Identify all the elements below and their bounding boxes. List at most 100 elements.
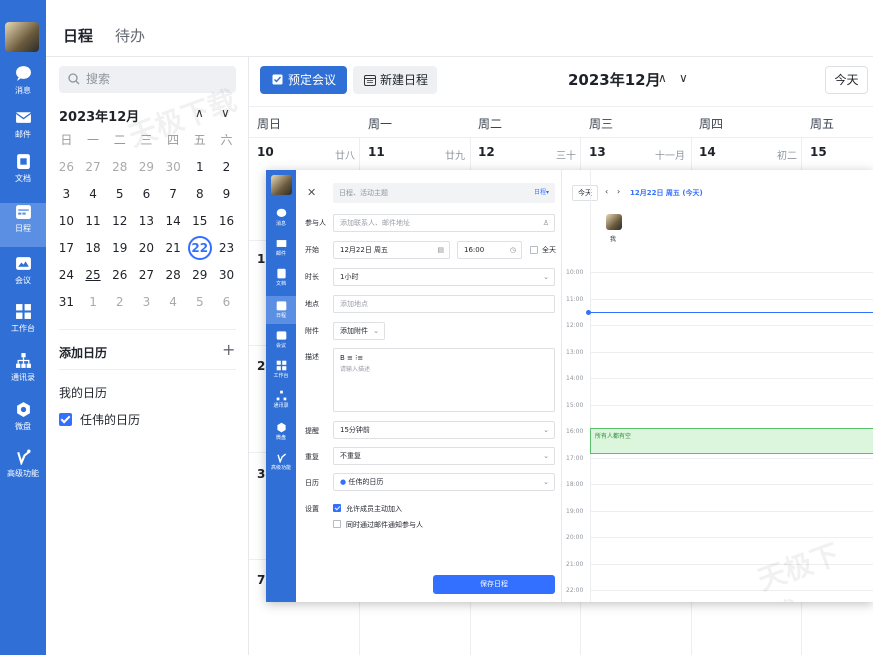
- mini-calendar-day[interactable]: 3: [53, 181, 80, 208]
- event-type-dropdown[interactable]: 日程▾: [534, 183, 549, 203]
- mini-calendar-day[interactable]: 7: [160, 181, 187, 208]
- mini-calendar-day[interactable]: 11: [80, 208, 107, 235]
- mini-calendar-day[interactable]: 1: [186, 154, 213, 181]
- mini-calendar-day[interactable]: 16: [213, 208, 240, 235]
- rail-item-advanced[interactable]: 高级功能: [0, 448, 46, 492]
- calendar-item[interactable]: 任伟的日历: [59, 411, 140, 428]
- date-number[interactable]: 13: [589, 145, 606, 159]
- next-week-button[interactable]: ∨: [679, 71, 688, 85]
- mini-calendar-day[interactable]: 5: [186, 289, 213, 316]
- mini-calendar-day[interactable]: 6: [213, 289, 240, 316]
- date-number[interactable]: 10: [257, 145, 274, 159]
- mini-calendar-day[interactable]: 28: [160, 262, 187, 289]
- mini-calendar-day[interactable]: 21: [160, 235, 187, 262]
- date-number[interactable]: 14: [699, 145, 716, 159]
- mini-calendar-day[interactable]: 30: [160, 154, 187, 181]
- date-number[interactable]: 11: [368, 145, 385, 159]
- mini-calendar-day[interactable]: 4: [160, 289, 187, 316]
- duration-select[interactable]: 1小时 ⌄: [333, 268, 555, 286]
- allow-join-checkbox[interactable]: [333, 504, 341, 512]
- window-rail-item[interactable]: 通讯录: [266, 390, 296, 409]
- mini-calendar-day[interactable]: 20: [133, 235, 160, 262]
- description-toolbar[interactable]: B ≡ ⁝≡: [340, 352, 554, 364]
- mini-calendar-day[interactable]: 27: [80, 154, 107, 181]
- rail-item-drive[interactable]: 微盘: [0, 401, 46, 445]
- mini-calendar-day[interactable]: 18: [80, 235, 107, 262]
- date-number[interactable]: 15: [810, 145, 827, 159]
- notify-mail-checkbox[interactable]: [333, 520, 341, 528]
- reminder-select[interactable]: 15分钟前 ⌄: [333, 421, 555, 439]
- rail-item-docs[interactable]: 文档: [0, 153, 46, 197]
- mini-calendar-day[interactable]: 29: [133, 154, 160, 181]
- mini-calendar-day[interactable]: 31: [53, 289, 80, 316]
- add-attachment-button[interactable]: 添加附件 ⌄: [333, 322, 385, 340]
- attendees-input[interactable]: 添加联系人、邮件地址 ♙: [333, 214, 555, 232]
- mini-calendar-day[interactable]: 27: [133, 262, 160, 289]
- window-rail-item[interactable]: 高级功能: [266, 452, 296, 471]
- mini-calendar-day[interactable]: 26: [106, 262, 133, 289]
- tab-todo[interactable]: 待办: [115, 25, 145, 46]
- rail-item-mail[interactable]: 邮件: [0, 109, 46, 153]
- user-avatar[interactable]: [5, 22, 39, 52]
- mini-calendar-day[interactable]: 29: [186, 262, 213, 289]
- mini-calendar-day[interactable]: 2: [213, 154, 240, 181]
- mini-calendar-day[interactable]: 8: [186, 181, 213, 208]
- mini-calendar-day[interactable]: 15: [186, 208, 213, 235]
- start-time-input[interactable]: 16:00 ◷: [457, 241, 522, 259]
- close-icon[interactable]: ✕: [307, 186, 316, 199]
- mini-calendar-day[interactable]: 2: [106, 289, 133, 316]
- mini-calendar-day[interactable]: 24: [53, 262, 80, 289]
- add-calendar-button[interactable]: +: [222, 340, 235, 359]
- mini-calendar-day[interactable]: 28: [106, 154, 133, 181]
- free-slot-block[interactable]: 所有人都有空: [590, 428, 873, 454]
- mini-calendar-day[interactable]: 6: [133, 181, 160, 208]
- mini-calendar-day[interactable]: 5: [106, 181, 133, 208]
- user-avatar[interactable]: [271, 175, 292, 195]
- repeat-select[interactable]: 不重复 ⌄: [333, 447, 555, 465]
- window-rail-item[interactable]: 文档: [266, 268, 296, 287]
- rail-item-meetings[interactable]: 会议: [0, 255, 46, 299]
- prev-week-button[interactable]: ∧: [658, 71, 667, 85]
- rail-item-messages[interactable]: 消息: [0, 65, 46, 109]
- window-rail-item[interactable]: 日程: [266, 296, 296, 324]
- new-event-button[interactable]: 新建日程: [353, 66, 437, 94]
- sched-next-button[interactable]: ›: [617, 187, 620, 196]
- date-number[interactable]: 12: [478, 145, 495, 159]
- sched-prev-button[interactable]: ‹: [605, 187, 608, 196]
- date-number[interactable]: 7: [257, 573, 265, 587]
- rail-item-contacts[interactable]: 通讯录: [0, 352, 46, 396]
- window-rail-item[interactable]: 消息: [266, 208, 296, 227]
- mini-calendar-day[interactable]: 19: [106, 235, 133, 262]
- tab-schedule[interactable]: 日程: [63, 25, 93, 46]
- mini-calendar-day[interactable]: 3: [133, 289, 160, 316]
- location-input[interactable]: 添加地点: [333, 295, 555, 313]
- window-rail-item[interactable]: 微盘: [266, 422, 296, 441]
- start-date-input[interactable]: 12月22日 周五 ▤: [333, 241, 450, 259]
- mini-calendar-day[interactable]: 14: [160, 208, 187, 235]
- mini-calendar-day[interactable]: 26: [53, 154, 80, 181]
- mini-calendar-day[interactable]: 23: [213, 235, 240, 262]
- mini-calendar-day[interactable]: 9: [213, 181, 240, 208]
- book-meeting-button[interactable]: 预定会议: [260, 66, 347, 94]
- event-title-input[interactable]: 日程、活动主题 日程▾: [333, 183, 555, 203]
- rail-item-calendar[interactable]: 日程: [0, 203, 46, 247]
- window-rail-item[interactable]: 工作台: [266, 360, 296, 379]
- mini-calendar-day[interactable]: 4: [80, 181, 107, 208]
- today-button[interactable]: 今天: [825, 66, 868, 94]
- calendar-checkbox[interactable]: [59, 413, 72, 426]
- mini-calendar-day[interactable]: 13: [133, 208, 160, 235]
- mini-calendar-day[interactable]: 1: [80, 289, 107, 316]
- mini-calendar-day[interactable]: 10: [53, 208, 80, 235]
- mini-calendar-day[interactable]: 30: [213, 262, 240, 289]
- mini-calendar-day[interactable]: 12: [106, 208, 133, 235]
- window-rail-item[interactable]: 邮件: [266, 238, 296, 257]
- mini-calendar-day[interactable]: 25: [80, 262, 107, 289]
- window-rail-item[interactable]: 会议: [266, 330, 296, 349]
- sched-today-button[interactable]: 今天: [572, 185, 598, 201]
- mini-calendar-day[interactable]: 22: [186, 235, 213, 262]
- rail-item-workbench[interactable]: 工作台: [0, 303, 46, 347]
- calendar-select[interactable]: ● 任伟的日历 ⌄: [333, 473, 555, 491]
- allday-checkbox[interactable]: [530, 246, 538, 254]
- description-editor[interactable]: B ≡ ⁝≡ 请输入描述: [333, 348, 555, 412]
- save-event-button[interactable]: 保存日程: [433, 575, 555, 594]
